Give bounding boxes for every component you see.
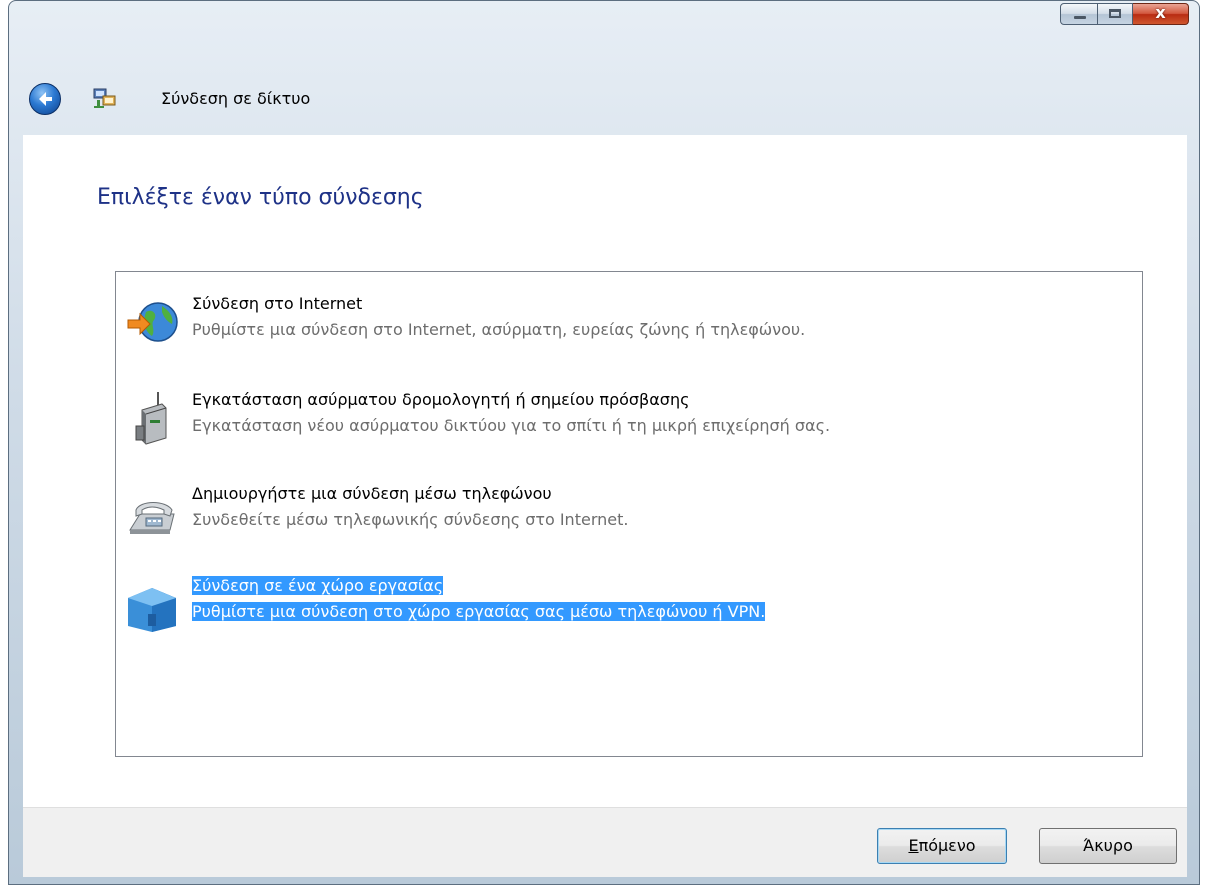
- option-dialup[interactable]: Δημιουργήστε μια σύνδεση μέσω τηλεφώνου …: [126, 484, 1086, 542]
- option-title: Δημιουργήστε μια σύνδεση μέσω τηλεφώνου: [192, 484, 552, 503]
- telephone-modem-icon: [129, 502, 175, 534]
- maximize-button[interactable]: [1098, 3, 1133, 25]
- close-icon: x: [1155, 3, 1166, 22]
- arrow-left-icon: [39, 92, 52, 106]
- option-title: Εγκατάσταση ασύρματου δρομολογητή ή σημε…: [192, 390, 690, 409]
- maximize-icon: [1109, 9, 1121, 18]
- option-description: Εγκατάσταση νέου ασύρματου δικτύου για τ…: [192, 416, 831, 435]
- option-workplace[interactable]: Σύνδεση σε ένα χώρο εργασίας Ρυθμίστε μι…: [126, 576, 1086, 634]
- minimize-button[interactable]: [1060, 3, 1098, 25]
- page-heading: Επιλέξτε έναν τύπο σύνδεσης: [97, 185, 424, 210]
- option-wireless-router[interactable]: Εγκατάσταση ασύρματου δρομολογητή ή σημε…: [126, 390, 1086, 448]
- wizard-header: Σύνδεση σε δίκτυο: [9, 73, 1199, 133]
- option-description: Ρυθμίστε μια σύνδεση στο χώρο εργασίας σ…: [192, 602, 766, 621]
- next-accelerator: Ε: [908, 836, 919, 855]
- globe-internet-icon: [127, 302, 178, 342]
- network-wizard-icon: [93, 88, 116, 108]
- button-bar: Επόμενο Άκυρο: [23, 807, 1187, 877]
- cancel-button[interactable]: Άκυρο: [1039, 828, 1177, 864]
- connection-options-list[interactable]: Σύνδεση στο Internet Ρυθμίστε μια σύνδεσ…: [115, 271, 1143, 757]
- wizard-title: Σύνδεση σε δίκτυο: [161, 89, 311, 108]
- title-bar[interactable]: x: [9, 1, 1199, 43]
- option-description: Ρυθμίστε μια σύνδεση στο Internet, ασύρμ…: [192, 320, 806, 339]
- option-internet[interactable]: Σύνδεση στο Internet Ρυθμίστε μια σύνδεσ…: [126, 294, 1086, 352]
- option-title: Σύνδεση στο Internet: [192, 294, 363, 313]
- workplace-building-icon: [128, 588, 176, 632]
- next-label: πόμενο: [918, 836, 976, 855]
- content-area: Επιλέξτε έναν τύπο σύνδεσης Σύνδεση στο …: [23, 135, 1187, 807]
- minimize-icon: [1074, 16, 1086, 19]
- back-button[interactable]: [29, 83, 61, 115]
- close-button[interactable]: x: [1133, 3, 1189, 25]
- wireless-router-icon: [135, 392, 167, 445]
- option-description: Συνδεθείτε μέσω τηλεφωνικής σύνδεσης στο…: [192, 510, 629, 529]
- option-title: Σύνδεση σε ένα χώρο εργασίας: [192, 576, 444, 595]
- wizard-window: x Σύνδεση σε δίκτυο Επιλέξτε έναν τύπο σ…: [8, 0, 1200, 885]
- next-button[interactable]: Επόμενο: [877, 828, 1007, 864]
- window-controls: x: [1060, 3, 1189, 25]
